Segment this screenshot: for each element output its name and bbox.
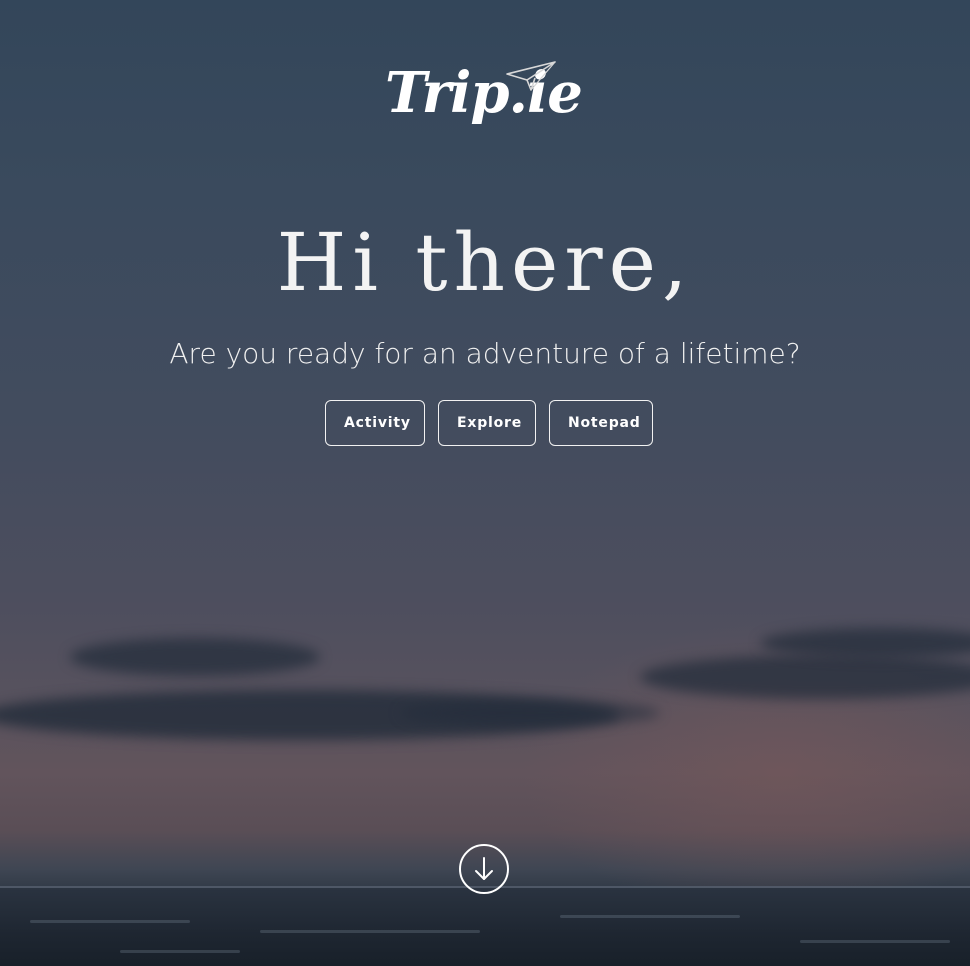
site-logo[interactable]: Trip.ie bbox=[385, 48, 585, 144]
hero-section: Trip.ie Hi there, Are you ready for an a… bbox=[0, 0, 970, 966]
wave bbox=[120, 950, 240, 953]
cloud bbox=[400, 700, 660, 726]
hero-buttons: Activity Explore Notepad bbox=[0, 400, 970, 446]
explore-button[interactable]: Explore bbox=[438, 400, 536, 446]
sea bbox=[0, 888, 970, 966]
hero-subtitle: Are you ready for an adventure of a life… bbox=[169, 337, 801, 370]
wave bbox=[800, 940, 950, 943]
wave bbox=[260, 930, 480, 933]
arrow-down-icon bbox=[475, 857, 493, 880]
cloud bbox=[70, 638, 320, 676]
wave bbox=[560, 915, 740, 918]
notepad-button[interactable]: Notepad bbox=[549, 400, 653, 446]
activity-button[interactable]: Activity bbox=[325, 400, 425, 446]
scroll-down-button[interactable] bbox=[459, 844, 509, 894]
paper-plane-icon bbox=[506, 61, 556, 91]
wave bbox=[30, 920, 190, 923]
hero-headline: Hi there, bbox=[276, 216, 694, 309]
